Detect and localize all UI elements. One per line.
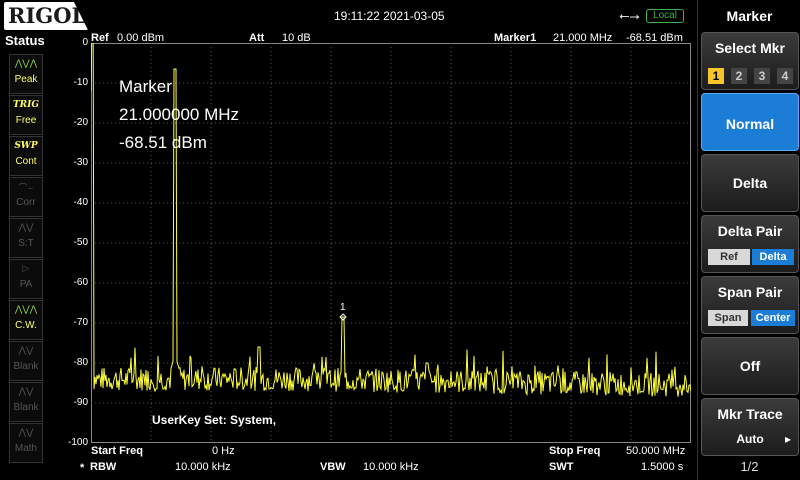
y-tick-label: -50 (73, 237, 88, 248)
marker-4-option[interactable]: 4 (777, 68, 793, 84)
status-cont-indicator: SWP Cont (9, 136, 43, 176)
status-peak-indicator: ⋀⋁⋀ Peak (9, 54, 43, 94)
normal-label: Normal (725, 116, 775, 132)
rbw-value: 10.000 kHz (175, 461, 231, 473)
status-free-indicator: TRIG Free (9, 95, 43, 135)
vbw-value: 10.000 kHz (363, 461, 419, 473)
top-bar: RIGOL 19:11:22 2021-03-05 ⭠⭢ Local (0, 0, 697, 32)
delta-softkey[interactable]: Delta (701, 154, 799, 212)
delta-pair-label: Delta Pair (717, 223, 783, 239)
stop-freq-label: Stop Freq (549, 445, 601, 457)
chevron-right-icon: ▸ (785, 432, 792, 446)
softkey-menu: Marker Select Mkr 1234 Normal Delta Delt… (697, 0, 800, 480)
st-icon: ⋀⋁ (18, 222, 34, 232)
y-tick-label: 0 (82, 37, 88, 48)
status-label: Blank (13, 361, 39, 372)
select-mkr-label: Select Mkr (714, 40, 786, 56)
y-tick-label: -30 (73, 157, 88, 168)
y-tick-label: -70 (73, 317, 88, 328)
mkr-trace-value: Auto (736, 432, 764, 446)
stop-freq-value: 50.000 MHz (626, 445, 686, 457)
status-mode-label: SWP (14, 141, 38, 151)
local-badge: Local (646, 9, 684, 23)
userkey-status: UserKey Set: System, (152, 413, 277, 427)
peak-icon: ⋀⋁⋀ (14, 58, 38, 68)
rbw-label: RBW (90, 461, 117, 473)
y-tick-label: -10 (73, 77, 88, 88)
start-freq-label: Start Freq (91, 445, 143, 457)
marker-2-option[interactable]: 2 (731, 68, 747, 84)
span-pair-label: Span Pair (717, 284, 783, 300)
status-label: Math (14, 443, 38, 454)
status-corr-indicator: ⌒⌣ Corr (9, 177, 43, 217)
select-mkr-softkey[interactable]: Select Mkr 1234 (701, 32, 799, 90)
blank-icon: ⋀⋁ (18, 386, 34, 396)
swt-label: SWT (549, 461, 574, 473)
status-panel: Status ⋀⋁⋀ Peak TRIG Free SWP Cont ⌒⌣ Corr ⋀⋁ S:T… (0, 32, 52, 480)
status-blank-indicator: ⋀⋁ Blank (9, 382, 43, 422)
trig-icon: TRIG (10, 99, 42, 115)
y-tick-label: -90 (73, 397, 88, 408)
marker-1-option[interactable]: 1 (708, 68, 724, 84)
usb-icon: ⭠⭢ (619, 8, 640, 23)
span-pair-softkey[interactable]: Span Pair Span Center (701, 276, 799, 334)
status-math-indicator: ⋀⋁ Math (9, 423, 43, 463)
corr-icon: ⌒⌣ (18, 183, 34, 193)
delta-label: Delta (732, 175, 768, 191)
menu-page-indicator: 1/2 (740, 459, 759, 474)
marker-3-option[interactable]: 3 (754, 68, 770, 84)
y-tick-label: -80 (73, 357, 88, 368)
y-tick-label: -20 (73, 117, 88, 128)
off-label: Off (739, 358, 761, 374)
y-tick-label: -60 (73, 277, 88, 288)
start-freq-value: 0 Hz (212, 445, 235, 457)
normal-softkey[interactable]: Normal (701, 93, 799, 151)
y-tick-label: -100 (67, 437, 88, 448)
status-label: C.W. (15, 320, 37, 331)
delta-pair-softkey[interactable]: Delta Pair Ref Delta (701, 215, 799, 273)
marker-readout-freq: 21.000000 MHz (119, 105, 240, 124)
status-st-indicator: ⋀⋁ S:T (9, 218, 43, 258)
status-label: Blank (13, 402, 39, 413)
status-label: S:T (18, 238, 34, 249)
y-tick-label: -40 (73, 197, 88, 208)
marker-tag: 1 (340, 302, 346, 313)
mkr-trace-softkey[interactable]: Mkr Trace Auto ▸ (701, 398, 799, 456)
pa-icon: ▷ (22, 263, 30, 273)
mkr-trace-label: Mkr Trace (717, 406, 783, 422)
span-pair-center-option: Center (751, 310, 795, 326)
marker-readout-level: -68.51 dBm (119, 133, 207, 152)
status-title: Status (5, 33, 45, 48)
status-blank-indicator: ⋀⋁ Blank (9, 341, 43, 381)
span-pair-span-option: Span (708, 310, 748, 326)
rbw-modified-indicator: * (80, 462, 85, 474)
status-mode-label: TRIG (12, 100, 40, 110)
menu-title: Marker (726, 8, 773, 24)
delta-pair-ref-option: Ref (708, 249, 750, 265)
swt-value: 1.5000 s (641, 461, 684, 473)
delta-pair-delta-option: Delta (752, 249, 794, 265)
datetime: 19:11:22 2021-03-05 (334, 9, 445, 23)
status-label: Cont (15, 156, 37, 167)
status-cw-indicator: ⋀⋁⋀ C.W. (9, 300, 43, 340)
marker-readout: Marker 21.000000 MHz -68.51 dBm (119, 73, 239, 157)
status-label: Corr (16, 197, 36, 208)
rigol-logo: RIGOL (4, 2, 88, 30)
cw-icon: ⋀⋁⋀ (14, 304, 38, 314)
status-label: Peak (14, 74, 38, 85)
status-label: PA (19, 279, 33, 290)
status-pa-indicator: ▷ PA (9, 259, 43, 299)
status-label: Free (15, 115, 37, 126)
vbw-label: VBW (320, 461, 346, 473)
swp-icon: SWP (10, 140, 42, 156)
blank-icon: ⋀⋁ (18, 345, 34, 355)
marker-readout-title: Marker (119, 77, 172, 96)
off-softkey[interactable]: Off (701, 337, 799, 395)
math-icon: ⋀⋁ (18, 427, 34, 437)
